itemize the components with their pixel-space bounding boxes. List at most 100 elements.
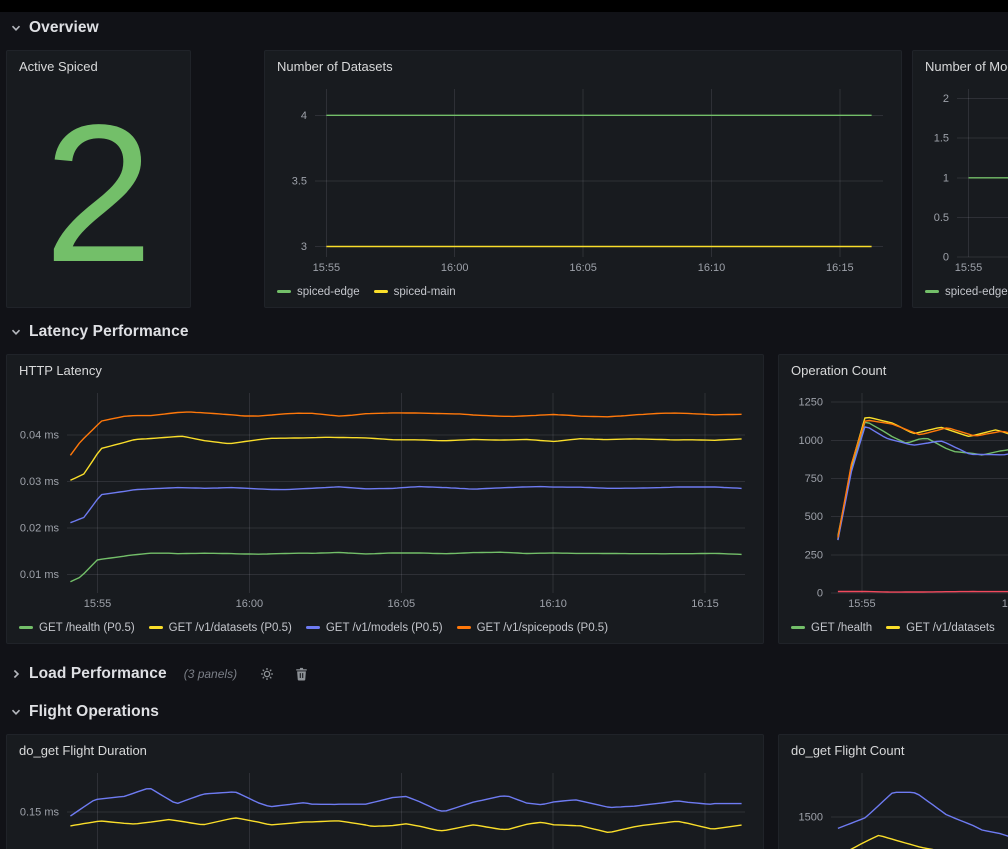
legend-label: spiced-main — [394, 286, 456, 298]
svg-text:1: 1 — [943, 172, 949, 184]
legend-label: GET /health — [811, 622, 872, 634]
chevron-down-icon — [10, 326, 22, 338]
row-title-latency-performance: Latency Performance — [29, 323, 189, 341]
svg-text:16:10: 16:10 — [539, 598, 567, 610]
series-line — [838, 592, 1008, 593]
svg-text:16:15: 16:15 — [826, 262, 854, 274]
series-color-dash — [457, 626, 471, 629]
svg-text:500: 500 — [805, 511, 823, 523]
svg-text:1000: 1000 — [799, 435, 823, 447]
legend-item[interactable]: spiced-main — [374, 286, 456, 298]
legend-label: GET /v1/datasets — [906, 622, 995, 634]
row-panel-count: (3 panels) — [184, 667, 237, 681]
panel-title-do-get-flight-count[interactable]: do_get Flight Count — [779, 735, 1008, 765]
svg-text:0.5: 0.5 — [934, 212, 949, 224]
panel-do-get-flight-duration: do_get Flight Duration 0.15 ms15:5516:00… — [6, 734, 764, 849]
svg-text:1250: 1250 — [799, 397, 823, 409]
number-of-datasets-chart[interactable]: 43.5315:5516:0016:0516:1016:15 — [273, 81, 893, 277]
series-line — [838, 792, 1008, 838]
legend-item[interactable]: spiced-edge — [925, 286, 1008, 298]
series-color-dash — [306, 626, 320, 629]
panel-title-http-latency[interactable]: HTTP Latency — [7, 355, 763, 385]
series-line — [70, 818, 741, 832]
chart-legend: spiced-edge spiced-main — [277, 283, 893, 300]
time-series-plot: 0.04 ms0.03 ms0.02 ms0.01 ms15:5516:0016… — [15, 385, 755, 613]
svg-text:15:55: 15:55 — [848, 598, 876, 610]
row-title-flight-operations: Flight Operations — [29, 703, 159, 721]
legend-item[interactable]: GET /health — [791, 622, 872, 634]
chart-legend: GET /health GET /v1/datasets — [791, 619, 1008, 636]
row-header-overview[interactable]: Overview — [10, 16, 99, 40]
panel-title-do-get-flight-duration[interactable]: do_get Flight Duration — [7, 735, 763, 765]
panel-title-operation-count[interactable]: Operation Count — [779, 355, 1008, 385]
svg-text:16:00: 16:00 — [441, 262, 469, 274]
trash-icon[interactable] — [295, 667, 308, 681]
legend-label: spiced-edge — [945, 286, 1008, 298]
svg-text:4: 4 — [301, 110, 307, 122]
chart-legend: spiced-edge — [925, 283, 1008, 300]
svg-text:16:15: 16:15 — [691, 598, 719, 610]
svg-text:3: 3 — [301, 241, 307, 253]
panel-title-number-of-datasets[interactable]: Number of Datasets — [265, 51, 901, 81]
grafana-dashboard: Overview Active Spiced 2 Number of Datas… — [0, 0, 1008, 849]
panel-number-of-models: Number of Models 21.510.5015:5516:0016:0… — [912, 50, 1008, 308]
chart-legend: GET /health (P0.5) GET /v1/datasets (P0.5… — [19, 619, 755, 636]
chevron-right-icon — [10, 668, 22, 680]
row-header-flight-operations[interactable]: Flight Operations — [10, 700, 159, 724]
panel-title-number-of-models[interactable]: Number of Models — [913, 51, 1008, 81]
time-series-plot: 43.5315:5516:0016:0516:1016:15 — [273, 81, 893, 277]
series-line — [70, 412, 741, 455]
top-bar — [0, 0, 1008, 12]
series-line — [838, 836, 1008, 849]
svg-text:16:00: 16:00 — [236, 598, 264, 610]
svg-text:16:00: 16:00 — [1002, 598, 1008, 610]
time-series-plot: 150015:5516:0016:0516:1016:15 — [787, 765, 1008, 849]
svg-text:0.02 ms: 0.02 ms — [20, 522, 60, 534]
do-get-flight-duration-chart[interactable]: 0.15 ms15:5516:0016:0516:1016:15 — [15, 765, 755, 849]
row-header-latency-performance[interactable]: Latency Performance — [10, 320, 189, 344]
svg-text:0.03 ms: 0.03 ms — [20, 476, 60, 488]
series-color-dash — [374, 290, 388, 293]
svg-text:0.01 ms: 0.01 ms — [20, 569, 60, 581]
panel-number-of-datasets: Number of Datasets 43.5315:5516:0016:051… — [264, 50, 902, 308]
number-of-models-chart[interactable]: 21.510.5015:5516:0016:0516:1016:15 — [921, 81, 1008, 277]
series-line — [70, 487, 741, 523]
series-color-dash — [149, 626, 163, 629]
series-line — [838, 427, 1008, 540]
series-color-dash — [925, 290, 939, 293]
svg-text:250: 250 — [805, 549, 823, 561]
svg-text:1.5: 1.5 — [934, 133, 949, 145]
panel-title-active-spiced[interactable]: Active Spiced — [7, 51, 190, 81]
series-line — [70, 436, 741, 480]
svg-text:0: 0 — [817, 588, 823, 600]
legend-label: spiced-edge — [297, 286, 360, 298]
legend-item[interactable]: GET /v1/spicepods (P0.5) — [457, 622, 608, 634]
series-color-dash — [791, 626, 805, 629]
legend-item[interactable]: GET /health (P0.5) — [19, 622, 135, 634]
legend-label: GET /v1/datasets (P0.5) — [169, 622, 292, 634]
svg-text:2: 2 — [943, 93, 949, 105]
legend-label: GET /v1/models (P0.5) — [326, 622, 443, 634]
legend-item[interactable]: spiced-edge — [277, 286, 360, 298]
svg-text:16:10: 16:10 — [698, 262, 726, 274]
legend-item[interactable]: GET /v1/models (P0.5) — [306, 622, 443, 634]
legend-item[interactable]: GET /v1/datasets (P0.5) — [149, 622, 292, 634]
svg-text:0.15 ms: 0.15 ms — [20, 807, 60, 819]
legend-item[interactable]: GET /v1/datasets — [886, 622, 995, 634]
do-get-flight-count-chart[interactable]: 150015:5516:0016:0516:1016:15 — [787, 765, 1008, 849]
http-latency-chart[interactable]: 0.04 ms0.03 ms0.02 ms0.01 ms15:5516:0016… — [15, 385, 755, 613]
svg-text:15:55: 15:55 — [313, 262, 341, 274]
svg-text:0: 0 — [943, 252, 949, 264]
series-color-dash — [886, 626, 900, 629]
operation-count-chart[interactable]: 12501000750500250015:5516:0016:0516:1016… — [787, 385, 1008, 613]
panel-operation-count: Operation Count 1250 1000 750 500 250 0 15:55 1… — [778, 354, 1008, 644]
row-header-load-performance[interactable]: Load Performance (3 panels) — [10, 662, 308, 686]
panel-http-latency: HTTP Latency 0.04 ms0.03 ms0.02 ms0.01 m… — [6, 354, 764, 644]
gear-icon[interactable] — [260, 667, 274, 681]
legend-label: GET /health (P0.5) — [39, 622, 135, 634]
chevron-down-icon — [10, 22, 22, 34]
time-series-plot: 0.15 ms15:5516:0016:0516:1016:15 — [15, 765, 755, 849]
series-color-dash — [19, 626, 33, 629]
svg-text:750: 750 — [805, 473, 823, 485]
svg-text:3.5: 3.5 — [292, 175, 307, 187]
